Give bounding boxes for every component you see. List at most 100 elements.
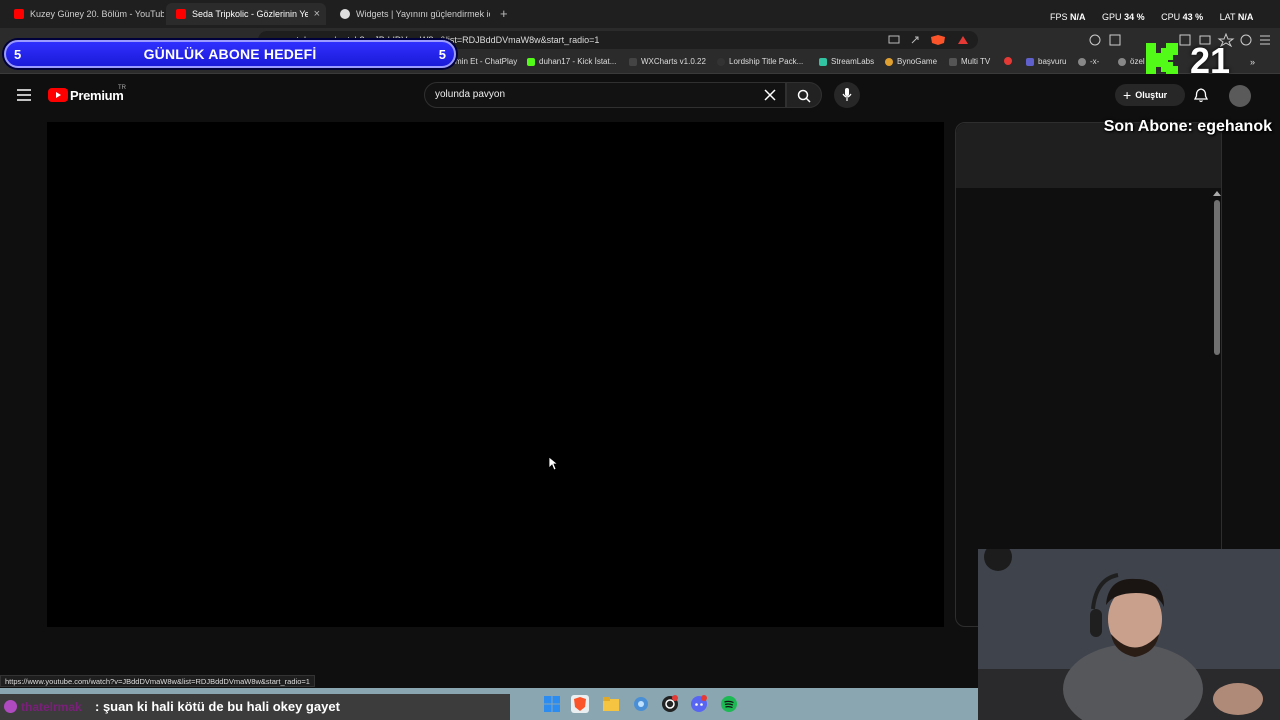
kick-logo-icon: [1146, 43, 1178, 77]
tab-widgets[interactable]: Widgets | Yayınını güçlendirmek için: [330, 3, 490, 25]
gpu-value: 34 %: [1124, 12, 1145, 22]
bookmark-ozel[interactable]: özel: [1118, 57, 1145, 66]
mouse-cursor-icon: [548, 456, 558, 471]
scroll-up-icon[interactable]: [1213, 190, 1221, 196]
vpn-icon: [1240, 34, 1252, 46]
address-bar-actions: [888, 35, 968, 45]
search-button[interactable]: [786, 82, 822, 108]
google-icon: [1078, 57, 1086, 66]
streamer-webcam-image: [978, 549, 1280, 720]
hamburger-menu-icon[interactable]: [17, 89, 31, 101]
chat-username: thatelrmak: [21, 700, 82, 714]
tab-close-icon[interactable]: ×: [314, 8, 320, 20]
menu-icon: [1260, 35, 1270, 45]
plus-icon: +: [1123, 87, 1132, 103]
reader-icon: [1109, 34, 1121, 46]
chat-message: : şuan ki hali kötü de bu hali okey gaye…: [95, 699, 340, 714]
cast-icon: [888, 35, 900, 44]
bookmark-label: Lordship Title Pack...: [729, 57, 804, 66]
bynogame-icon: [885, 57, 893, 66]
clear-search-icon[interactable]: [764, 89, 776, 101]
sidebar-icon: [1179, 34, 1191, 46]
bookmark-chatplay[interactable]: min Et - ChatPlay: [455, 57, 517, 66]
app-icon[interactable]: [632, 695, 650, 713]
microphone-icon: [842, 88, 852, 101]
search-query: yolunda pavyon: [435, 89, 506, 100]
goal-target: 5: [438, 47, 446, 62]
tab-label: Kuzey Güney 20. Bölüm - YouTube: [30, 9, 164, 19]
tab-seda-tripkolic[interactable]: Seda Tripkolic - Gözlerinin Ye ×: [166, 3, 326, 25]
more-bookmarks-icon[interactable]: »: [1250, 57, 1255, 67]
tab-label: Seda Tripkolic - Gözlerinin Ye: [192, 9, 308, 19]
bookmark-red[interactable]: [1004, 57, 1016, 65]
notifications-bell-icon[interactable]: [1194, 88, 1208, 103]
bookmark-label: min Et - ChatPlay: [455, 57, 518, 66]
list-icon: [1026, 57, 1034, 66]
youtube-premium-logo[interactable]: Premium: [70, 88, 124, 103]
bookmark-label: özel: [1130, 57, 1145, 66]
bookmark-streamlabs[interactable]: StreamLabs: [819, 57, 874, 66]
obs-icon[interactable]: [661, 695, 679, 713]
webcam-feed: [978, 549, 1280, 720]
file-explorer-icon[interactable]: [602, 695, 620, 713]
youtube-favicon-icon: [14, 9, 24, 19]
video-player[interactable]: [47, 122, 944, 627]
multitv-icon: [949, 57, 957, 66]
share-icon: [911, 36, 919, 44]
youtube-logo-icon[interactable]: [48, 88, 68, 102]
bookmark-label: StreamLabs: [831, 57, 875, 66]
playlist-scrollbar[interactable]: [1214, 200, 1220, 355]
youtube-favicon-icon: [176, 9, 186, 19]
region-code: TR: [118, 85, 126, 91]
windows-start-icon[interactable]: [543, 695, 561, 713]
streamlabs-icon: [819, 57, 827, 66]
bookmark-bynogame[interactable]: BynoGame: [885, 57, 937, 66]
lordship-icon: [717, 57, 725, 66]
bookmark-label: BynoGame: [897, 57, 938, 66]
search-input[interactable]: yolunda pavyon: [424, 82, 786, 108]
bookmark-wxcharts[interactable]: WXCharts v1.0.22: [629, 57, 706, 66]
extensions-icon: [1089, 34, 1101, 46]
cpu-label: CPU: [1161, 12, 1181, 22]
streamlabs-favicon-icon: [340, 9, 350, 19]
bookmark-kick-istat[interactable]: duhan17 - Kick İstat...: [527, 57, 616, 66]
brave-shield-icon: [931, 35, 945, 45]
gpu-label: GPU: [1102, 12, 1122, 22]
bookmark-label: Multi TV: [961, 57, 991, 66]
goal-title: GÜNLÜK ABONE HEDEFİ: [143, 46, 317, 62]
bookmark-label: duhan17 - Kick İstat...: [539, 57, 617, 66]
bookmark-x[interactable]: -x-: [1078, 57, 1099, 66]
avatar[interactable]: [1229, 85, 1251, 107]
tab-kuzey-guney[interactable]: Kuzey Güney 20. Bölüm - YouTube: [4, 3, 164, 25]
fps-value: N/A: [1070, 12, 1086, 22]
fps-label: FPS: [1050, 12, 1068, 22]
tab-label: Widgets | Yayınını güçlendirmek için: [356, 9, 490, 19]
twitch-badge-icon: [4, 700, 17, 713]
subscriber-goal-bar: 5 GÜNLÜK ABONE HEDEFİ 5: [4, 40, 456, 68]
last-subscriber-label: Son Abone: egehanok: [1103, 118, 1272, 135]
globe-icon: [1118, 57, 1126, 66]
red-circle-icon: [1004, 57, 1012, 65]
wx-icon: [629, 57, 637, 66]
link-preview-statusbar: https://www.youtube.com/watch?v=JBddDVma…: [0, 675, 315, 687]
create-label: Oluştur: [1135, 90, 1168, 100]
create-button[interactable]: + Oluştur: [1115, 84, 1185, 106]
bookmark-label: başvuru: [1038, 57, 1067, 66]
bookmark-label: -x-: [1090, 57, 1100, 66]
bookmark-basvuru[interactable]: başvuru: [1026, 57, 1066, 66]
kick-icon: [527, 57, 535, 66]
brave-browser-icon[interactable]: [571, 695, 589, 713]
spotify-icon[interactable]: [720, 695, 738, 713]
cpu-value: 43 %: [1182, 12, 1204, 22]
performance-stats: FPS N/A GPU 34 % CPU 43 % LAT N/A: [1050, 12, 1267, 22]
discord-icon[interactable]: [690, 695, 708, 713]
bookmark-multitv[interactable]: Multi TV: [949, 57, 990, 66]
voice-search-button[interactable]: [834, 82, 860, 108]
goal-current: 5: [14, 47, 22, 62]
search-icon: [797, 89, 811, 103]
lat-label: LAT: [1219, 12, 1236, 22]
bookmark-label: WXCharts v1.0.22: [641, 57, 706, 66]
bookmark-lordship[interactable]: Lordship Title Pack...: [717, 57, 803, 66]
brave-rewards-icon: [958, 36, 968, 44]
new-tab-button[interactable]: +: [500, 6, 508, 21]
